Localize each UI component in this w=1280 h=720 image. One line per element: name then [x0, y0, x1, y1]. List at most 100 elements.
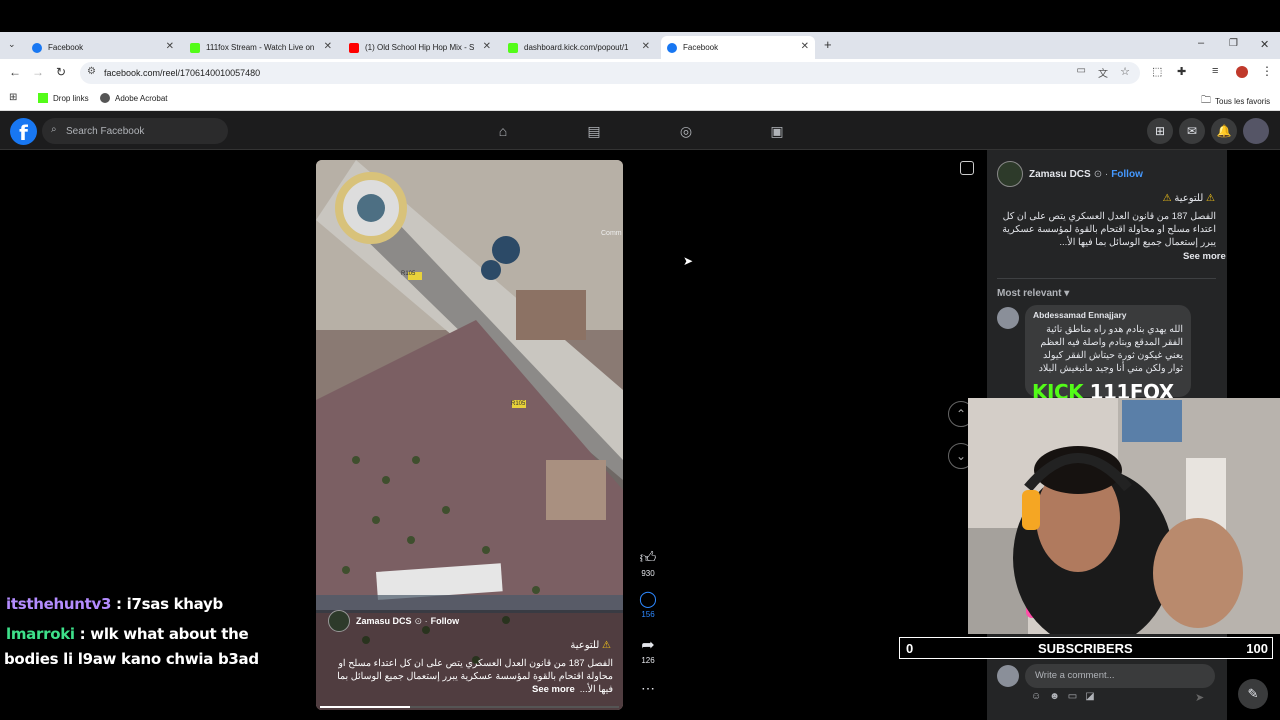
caption-text: الفصل 187 من قانون العدل العسكري يتص على…: [1002, 211, 1216, 248]
folder-icon: 🗀: [1201, 95, 1211, 106]
tab-111fox[interactable]: 111fox Stream - Watch Live on ✕: [184, 36, 338, 59]
bookmark-label: Drop links: [53, 93, 89, 103]
bookmark-adobe[interactable]: Adobe Acrobat: [100, 93, 167, 103]
account-avatar[interactable]: [1243, 118, 1269, 144]
map-label: R105: [401, 271, 416, 277]
tab-title: Facebook: [48, 43, 84, 52]
reel-video[interactable]: R105 R105 Comm Zamasu DCS ⊙ · Follow للت…: [316, 160, 623, 710]
facebook-icon: [667, 42, 677, 53]
screen-top-bar: [0, 0, 1280, 32]
like-button[interactable]: 👍︎ 930: [632, 549, 664, 578]
emoji-icon[interactable]: ☻: [1049, 691, 1068, 702]
minimize-button[interactable]: –: [1198, 37, 1204, 49]
send-icon[interactable]: ➤: [1195, 691, 1204, 704]
tab-title: (1) Old School Hip Hop Mix - S: [365, 43, 475, 52]
collapse-panel-icon[interactable]: [960, 161, 974, 175]
back-button[interactable]: ←: [9, 65, 21, 79]
menu-grid-icon[interactable]: ⊞: [1147, 118, 1173, 144]
page-avatar[interactable]: [328, 610, 350, 632]
verified-icon: ⊙ ·: [1093, 168, 1109, 180]
close-icon[interactable]: ✕: [483, 41, 491, 52]
warning-icon: ⚠: [1162, 193, 1172, 204]
video-progress-track[interactable]: [320, 706, 619, 708]
close-window-button[interactable]: ✕: [1260, 38, 1269, 51]
cast-icon[interactable]: ▭: [1077, 65, 1086, 76]
like-icon: 👍︎: [639, 550, 657, 567]
puzzle-icon[interactable]: ✚: [1177, 65, 1186, 78]
avatar-sticker-icon[interactable]: ☺: [1031, 691, 1049, 702]
close-icon[interactable]: ✕: [642, 41, 650, 52]
notifications-icon[interactable]: 🔔: [1211, 118, 1237, 144]
page-name[interactable]: Zamasu DCS: [1029, 169, 1091, 180]
restore-button[interactable]: ❐: [1229, 38, 1238, 49]
bookmark-all-favorites[interactable]: 🗀 Tous les favoris: [1201, 93, 1270, 110]
warning-icon: ⚠: [602, 640, 611, 651]
close-icon[interactable]: ✕: [801, 41, 809, 52]
facebook-logo-icon[interactable]: f: [10, 118, 37, 145]
close-icon[interactable]: ✕: [166, 41, 174, 52]
comment-author[interactable]: Abdessamad Ennajjary: [1033, 310, 1183, 320]
reload-button[interactable]: ↻: [56, 65, 66, 79]
map-label: R105: [511, 401, 526, 407]
caret-down-icon: ▾: [1064, 288, 1070, 299]
facebook-search-input[interactable]: ⌕ Search Facebook: [42, 118, 228, 144]
messenger-icon[interactable]: ✉: [1179, 118, 1205, 144]
compose-button[interactable]: ✎: [1238, 679, 1268, 709]
sort-label: Most relevant: [997, 288, 1062, 299]
warning-icon: ⚠: [1206, 193, 1215, 204]
bookmark-drop-links[interactable]: Drop links: [38, 93, 89, 103]
more-menu-icon[interactable]: ⋮: [1261, 64, 1273, 78]
marketplace-icon[interactable]: ▤: [584, 121, 604, 141]
like-count: 930: [641, 569, 655, 578]
new-tab-button[interactable]: +: [824, 37, 832, 52]
kick-icon: [38, 93, 48, 103]
close-icon[interactable]: ✕: [324, 41, 332, 52]
gif-icon[interactable]: ▭: [1068, 691, 1085, 702]
panel-author[interactable]: Zamasu DCS ⊙ · Follow: [997, 161, 1143, 187]
forward-button[interactable]: →: [32, 65, 44, 79]
sticker-icon[interactable]: ◪: [1085, 691, 1102, 702]
bookmark-label: Adobe Acrobat: [115, 93, 168, 103]
share-button[interactable]: ➦ 126: [632, 636, 664, 665]
tab-youtube[interactable]: (1) Old School Hip Hop Mix - S ✕: [343, 36, 497, 59]
more-options-icon[interactable]: ⋯: [632, 680, 664, 697]
home-icon[interactable]: ⌂: [493, 121, 513, 141]
search-placeholder: Search Facebook: [66, 125, 145, 137]
page-avatar[interactable]: [997, 161, 1023, 187]
page-name[interactable]: Zamasu DCS: [356, 616, 412, 626]
webcam-feed: [968, 398, 1280, 634]
apps-grid-icon[interactable]: ⊞: [9, 92, 17, 103]
reel-author[interactable]: Zamasu DCS ⊙ · Follow: [328, 610, 459, 632]
comment-button[interactable]: ◯ 156: [632, 590, 664, 619]
address-bar[interactable]: ⚙ facebook.com/reel/1706140010057480 ☆ 文…: [80, 62, 1140, 84]
kick-icon: [190, 42, 200, 53]
bookmark-label: Tous les favoris: [1215, 97, 1271, 106]
menu-list-icon[interactable]: ≡: [1212, 65, 1218, 77]
see-more-link[interactable]: See more: [1183, 251, 1226, 262]
see-more-link[interactable]: See more: [532, 684, 575, 695]
commenter-avatar[interactable]: [997, 307, 1019, 329]
bookmark-star-icon[interactable]: ☆: [1120, 65, 1130, 78]
groups-icon[interactable]: ◎: [676, 121, 696, 141]
share-icon: ➦: [641, 637, 655, 654]
translate-icon[interactable]: 文: [1098, 65, 1108, 80]
gaming-icon[interactable]: ▣: [767, 121, 787, 141]
tab-kick-dashboard[interactable]: dashboard.kick.com/popout/1 ✕: [502, 36, 656, 59]
profile-avatar[interactable]: [1236, 66, 1248, 78]
site-info-icon[interactable]: ⚙: [87, 66, 96, 77]
sort-dropdown[interactable]: Most relevant ▾: [997, 288, 1069, 299]
browser-toolbar: ← → ↻ ⚙ facebook.com/reel/17061400100574…: [0, 59, 1280, 87]
chat-username: itsthehuntv3: [6, 595, 112, 613]
tab-facebook-1[interactable]: Facebook ✕: [26, 36, 180, 59]
chat-message: lmarroki : wlk what about the: [6, 625, 249, 643]
map-label: Comm: [601, 230, 622, 237]
tab-title: 111fox Stream - Watch Live on: [206, 43, 315, 52]
tab-search-icon[interactable]: ⌄: [8, 39, 16, 50]
tab-facebook-active[interactable]: Facebook ✕: [661, 36, 815, 59]
follow-button[interactable]: Follow: [431, 616, 460, 626]
write-comment-input[interactable]: Write a comment...: [1025, 664, 1215, 688]
follow-button[interactable]: Follow: [1111, 169, 1143, 180]
youtube-icon: [349, 42, 359, 53]
chat-message-continuation: bodies li l9aw kano chwia b3ad: [4, 650, 259, 668]
extension-icon[interactable]: ⬚: [1152, 65, 1162, 78]
